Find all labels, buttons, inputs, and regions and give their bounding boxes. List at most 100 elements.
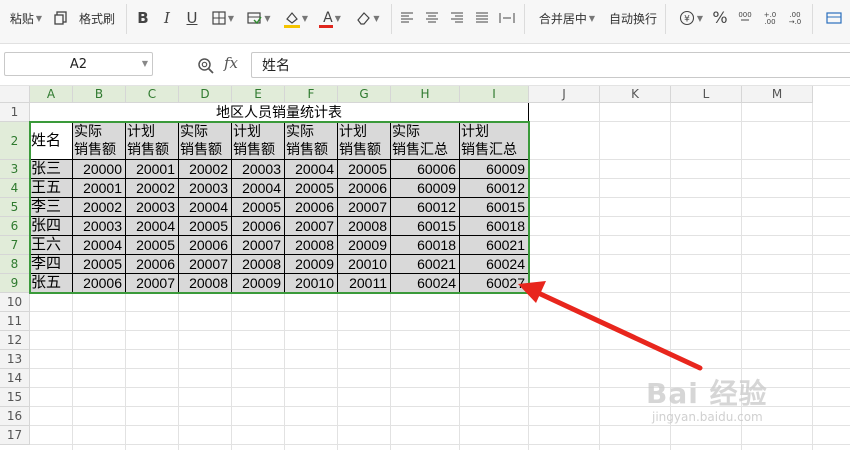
value-cell[interactable]: 60012 <box>391 198 460 217</box>
value-cell[interactable]: 20007 <box>126 274 179 293</box>
row-header-6[interactable]: 6 <box>0 217 30 236</box>
column-header-c[interactable]: C <box>126 86 179 103</box>
wrap-text-button[interactable]: 自动换行 <box>606 5 660 31</box>
value-cell[interactable]: 20008 <box>338 217 391 236</box>
underline-button[interactable]: U <box>183 5 201 31</box>
value-cell[interactable]: 60024 <box>460 255 529 274</box>
row-header-12[interactable]: 12 <box>0 331 30 350</box>
header-cell[interactable]: 计划 销售汇总 <box>460 122 529 160</box>
column-header-m[interactable]: M <box>742 86 813 103</box>
justify-button[interactable] <box>473 5 491 31</box>
copy-button[interactable] <box>52 5 70 31</box>
cell-style-button[interactable]: ▼ <box>244 5 274 31</box>
value-cell[interactable]: 60024 <box>391 274 460 293</box>
value-cell[interactable]: 60018 <box>391 236 460 255</box>
chevron-down-icon[interactable]: ▼ <box>142 59 148 68</box>
zoom-search-icon[interactable] <box>197 57 215 75</box>
header-cell[interactable]: 计划 销售额 <box>232 122 285 160</box>
percent-button[interactable]: % <box>710 5 730 31</box>
header-cell[interactable]: 姓名 <box>30 122 73 160</box>
column-header-d[interactable]: D <box>179 86 232 103</box>
header-cell[interactable]: 计划 销售额 <box>338 122 391 160</box>
row-header-15[interactable]: 15 <box>0 388 30 407</box>
align-left-button[interactable] <box>398 5 416 31</box>
increase-decimal-button[interactable]: +.0.00 <box>761 5 779 31</box>
value-cell[interactable]: 20005 <box>179 217 232 236</box>
header-cell[interactable]: 实际 销售额 <box>285 122 338 160</box>
value-cell[interactable]: 20003 <box>179 179 232 198</box>
header-cell[interactable]: 实际 销售汇总 <box>391 122 460 160</box>
value-cell[interactable]: 20005 <box>338 160 391 179</box>
name-cell[interactable]: 李四 <box>30 255 73 274</box>
value-cell[interactable]: 20005 <box>285 179 338 198</box>
value-cell[interactable]: 20003 <box>232 160 285 179</box>
format-painter-button[interactable]: 格式刷 <box>76 5 118 31</box>
row-header-11[interactable]: 11 <box>0 312 30 331</box>
value-cell[interactable]: 20010 <box>338 255 391 274</box>
value-cell[interactable]: 20009 <box>232 274 285 293</box>
value-cell[interactable]: 20005 <box>73 255 126 274</box>
column-header-l[interactable]: L <box>671 86 742 103</box>
row-header-1[interactable]: 1 <box>0 103 30 122</box>
currency-format-button[interactable]: ¥ ▼ <box>676 5 706 31</box>
function-icon[interactable]: fx <box>224 54 238 72</box>
align-right-button[interactable] <box>448 5 466 31</box>
row-header-16[interactable]: 16 <box>0 407 30 426</box>
borders-button[interactable]: ▼ <box>208 5 238 31</box>
select-all-corner[interactable] <box>0 86 30 103</box>
row-header-3[interactable]: 3 <box>0 160 30 179</box>
value-cell[interactable]: 60018 <box>460 217 529 236</box>
value-cell[interactable]: 60012 <box>460 179 529 198</box>
name-cell[interactable]: 张五 <box>30 274 73 293</box>
value-cell[interactable]: 20003 <box>73 217 126 236</box>
align-center-button[interactable] <box>423 5 441 31</box>
header-cell[interactable]: 实际 销售额 <box>179 122 232 160</box>
value-cell[interactable]: 20002 <box>73 198 126 217</box>
value-cell[interactable]: 20007 <box>232 236 285 255</box>
column-header-j[interactable]: J <box>529 86 600 103</box>
column-header-a[interactable]: A <box>30 86 73 103</box>
value-cell[interactable]: 20008 <box>232 255 285 274</box>
value-cell[interactable]: 60015 <box>391 217 460 236</box>
decrease-decimal-button[interactable]: .00 →.0 <box>786 5 804 31</box>
value-cell[interactable]: 20000 <box>73 160 126 179</box>
value-cell[interactable]: 60006 <box>391 160 460 179</box>
paste-button[interactable]: 粘贴 ▼ <box>6 5 46 31</box>
value-cell[interactable]: 20005 <box>232 198 285 217</box>
row-header-5[interactable]: 5 <box>0 198 30 217</box>
row-header-8[interactable]: 8 <box>0 255 30 274</box>
header-cell[interactable]: 实际 销售额 <box>73 122 126 160</box>
value-cell[interactable]: 20006 <box>338 179 391 198</box>
value-cell[interactable]: 20004 <box>285 160 338 179</box>
value-cell[interactable]: 60027 <box>460 274 529 293</box>
value-cell[interactable]: 20007 <box>285 217 338 236</box>
value-cell[interactable]: 20009 <box>285 255 338 274</box>
column-header-b[interactable]: B <box>73 86 126 103</box>
value-cell[interactable]: 20006 <box>73 274 126 293</box>
value-cell[interactable]: 20004 <box>126 217 179 236</box>
value-cell[interactable]: 20001 <box>73 179 126 198</box>
value-cell[interactable]: 60015 <box>460 198 529 217</box>
distribute-button[interactable] <box>497 5 517 31</box>
column-header-g[interactable]: G <box>338 86 391 103</box>
row-header-7[interactable]: 7 <box>0 236 30 255</box>
value-cell[interactable]: 20011 <box>338 274 391 293</box>
value-cell[interactable]: 60009 <box>460 160 529 179</box>
column-header-h[interactable]: H <box>391 86 460 103</box>
spreadsheet-grid[interactable]: A B C D E F G H I J K L M 1 2 3 4 5 6 7 8 9 10 11 12 13 14 15 16 17 地区… <box>0 86 850 450</box>
header-cell[interactable]: 计划 销售额 <box>126 122 179 160</box>
value-cell[interactable]: 20001 <box>126 160 179 179</box>
value-cell[interactable]: 20002 <box>126 179 179 198</box>
name-cell[interactable]: 王六 <box>30 236 73 255</box>
title-cell[interactable]: 地区人员销量统计表 <box>30 103 529 122</box>
value-cell[interactable]: 20007 <box>338 198 391 217</box>
value-cell[interactable]: 20007 <box>179 255 232 274</box>
column-header-f[interactable]: F <box>285 86 338 103</box>
row-header-9[interactable]: 9 <box>0 274 30 293</box>
row-header-13[interactable]: 13 <box>0 350 30 369</box>
value-cell[interactable]: 20004 <box>232 179 285 198</box>
value-cell[interactable]: 60021 <box>460 236 529 255</box>
value-cell[interactable]: 20005 <box>126 236 179 255</box>
value-cell[interactable]: 20006 <box>126 255 179 274</box>
merge-center-button[interactable]: 合并居中 ▼ <box>537 5 597 31</box>
